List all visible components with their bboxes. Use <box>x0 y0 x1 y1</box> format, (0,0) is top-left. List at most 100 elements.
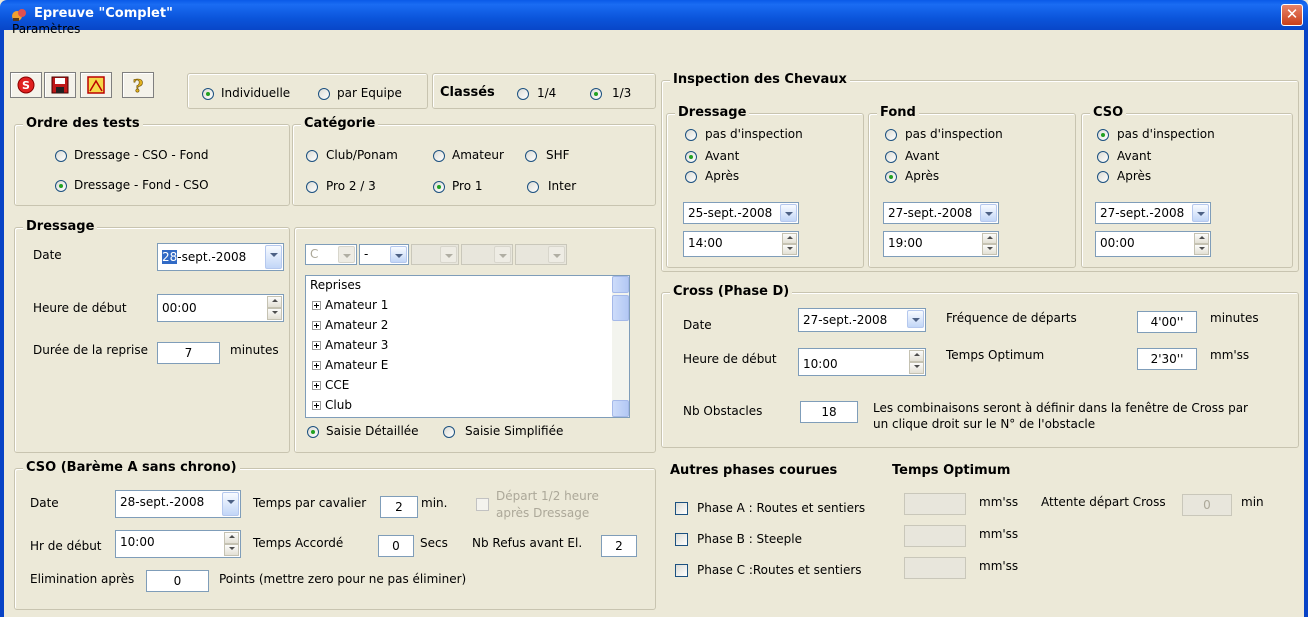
save-button[interactable] <box>44 72 76 98</box>
dressage-date-picker[interactable]: 28-sept.-2008 <box>157 243 284 271</box>
inspection-fond-time[interactable]: 19:00 <box>883 231 999 257</box>
temps-optimum-input[interactable]: 2'30'' <box>1137 348 1197 370</box>
reprise-combo-3-dropdown[interactable] <box>440 246 457 263</box>
expand-icon[interactable] <box>312 341 321 350</box>
radio-fond-avant[interactable] <box>885 151 897 163</box>
print-button[interactable] <box>80 72 112 98</box>
radio-saisie-simplifiee[interactable] <box>443 426 455 438</box>
phase-c-checkbox[interactable] <box>675 564 688 577</box>
radio-classes-1-4[interactable] <box>517 88 529 100</box>
duree-input[interactable]: 7 <box>157 342 220 364</box>
expand-icon[interactable] <box>312 401 321 410</box>
hr-debut-input[interactable]: 10:00 <box>115 530 241 558</box>
nb-obstacles-input[interactable]: 18 <box>800 401 858 423</box>
dressage-heure-input[interactable]: 00:00 <box>157 294 284 322</box>
tree-item-amateur-3[interactable]: Amateur 3 <box>312 338 388 352</box>
reprises-scrollbar[interactable] <box>612 276 629 417</box>
radio-cso-pas-inspection[interactable] <box>1097 129 1109 141</box>
cross-date-dropdown[interactable] <box>907 310 924 328</box>
inspection-cso-time-spin[interactable] <box>1194 233 1209 255</box>
reprise-combo-1[interactable]: C <box>305 244 357 265</box>
phase-a-input[interactable] <box>904 493 966 515</box>
reprise-combo-4[interactable] <box>461 244 513 265</box>
cross-date-picker[interactable]: 27-sept.-2008 <box>798 308 926 332</box>
dressage-date-dropdown[interactable] <box>265 245 282 269</box>
expand-icon[interactable] <box>312 361 321 370</box>
reprise-combo-5[interactable] <box>515 244 567 265</box>
attente-input[interactable]: 0 <box>1182 494 1232 516</box>
cso-date-dropdown[interactable] <box>222 492 239 516</box>
inspection-cso-time[interactable]: 00:00 <box>1095 231 1211 257</box>
radio-shf[interactable] <box>525 150 537 162</box>
radio-fond-pas-inspection[interactable] <box>885 129 897 141</box>
depart-checkbox[interactable] <box>476 498 489 511</box>
menu-parametres[interactable]: Paramètres <box>12 22 80 36</box>
inspection-dressage-time[interactable]: 14:00 <box>683 231 799 257</box>
inspection-fond-date-dropdown[interactable] <box>980 204 997 222</box>
radio-par-equipe[interactable] <box>318 88 330 100</box>
close-button[interactable]: ✕ <box>1281 4 1303 26</box>
radio-dressage-avant[interactable] <box>685 151 697 163</box>
duree-label: Durée de la reprise <box>33 343 148 357</box>
inspection-fond-time-spin[interactable] <box>982 233 997 255</box>
radio-pro-1[interactable] <box>433 181 445 193</box>
radio-dressage-apres[interactable] <box>685 171 697 183</box>
dressage-heure-spin[interactable] <box>267 296 282 320</box>
scroll-down-button[interactable] <box>612 400 629 417</box>
cross-heure-spin[interactable] <box>909 350 924 374</box>
label-inter: Inter <box>548 179 577 193</box>
radio-fond-apres[interactable] <box>885 171 897 183</box>
radio-ordre-dressage-fond-cso[interactable] <box>55 180 67 192</box>
radio-classes-1-3[interactable] <box>590 88 602 100</box>
radio-cso-apres[interactable] <box>1097 171 1109 183</box>
tree-item-cce[interactable]: CCE <box>312 378 349 392</box>
stop-button[interactable]: S <box>10 72 42 98</box>
expand-icon[interactable] <box>312 301 321 310</box>
temps-cavalier-input[interactable]: 2 <box>380 496 418 518</box>
inspection-dressage-time-spin[interactable] <box>782 233 797 255</box>
temps-accorde-input[interactable]: 0 <box>378 535 414 557</box>
cso-date-picker[interactable]: 28-sept.-2008 <box>115 490 241 518</box>
radio-club-ponam[interactable] <box>306 150 318 162</box>
inspection-cso-date[interactable]: 27-sept.-2008 <box>1095 202 1211 224</box>
reprise-combo-2-dropdown[interactable] <box>390 246 407 263</box>
reprise-combo-3[interactable] <box>411 244 459 265</box>
reprise-combo-5-dropdown[interactable] <box>548 246 565 263</box>
help-button[interactable]: ? <box>122 72 154 98</box>
reprise-combo-2[interactable]: - <box>359 244 409 265</box>
cross-heure-input[interactable]: 10:00 <box>798 348 926 376</box>
radio-individuelle[interactable] <box>202 88 214 100</box>
expand-icon[interactable] <box>312 381 321 390</box>
inspection-cso-date-dropdown[interactable] <box>1192 204 1209 222</box>
reprises-tree[interactable]: Reprises Amateur 1 Amateur 2 Amateur 3 A… <box>305 275 630 418</box>
frequence-input[interactable]: 4'00'' <box>1137 311 1197 333</box>
radio-amateur[interactable] <box>433 150 445 162</box>
scroll-thumb[interactable] <box>612 295 629 321</box>
phase-b-input[interactable] <box>904 525 966 547</box>
scroll-up-button[interactable] <box>612 276 629 293</box>
tree-item-amateur-e[interactable]: Amateur E <box>312 358 388 372</box>
elimination-input[interactable]: 0 <box>146 570 209 592</box>
nb-refus-input[interactable]: 2 <box>601 535 637 557</box>
radio-dressage-pas-inspection[interactable] <box>685 129 697 141</box>
reprise-combo-1-dropdown[interactable] <box>338 246 355 263</box>
radio-pro-2-3[interactable] <box>306 181 318 193</box>
tree-item-amateur-1[interactable]: Amateur 1 <box>312 298 388 312</box>
radio-saisie-detaillee[interactable] <box>307 426 319 438</box>
radio-ordre-dressage-cso-fond[interactable] <box>55 150 67 162</box>
radio-inter[interactable] <box>527 181 539 193</box>
hr-debut-spin[interactable] <box>224 532 239 556</box>
inspection-dressage-date[interactable]: 25-sept.-2008 <box>683 202 799 224</box>
phase-b-checkbox[interactable] <box>675 533 688 546</box>
reprise-combo-4-dropdown[interactable] <box>494 246 511 263</box>
cross-note-line-2: un clique droit sur le N° de l'obstacle <box>873 417 1096 431</box>
tree-item-club[interactable]: Club <box>312 398 352 412</box>
tree-item-amateur-2[interactable]: Amateur 2 <box>312 318 388 332</box>
expand-icon[interactable] <box>312 321 321 330</box>
inspection-fond-date[interactable]: 27-sept.-2008 <box>883 202 999 224</box>
reprises-root[interactable]: Reprises <box>310 278 361 292</box>
inspection-dressage-date-dropdown[interactable] <box>780 204 797 222</box>
radio-cso-avant[interactable] <box>1097 151 1109 163</box>
phase-c-input[interactable] <box>904 557 966 579</box>
phase-a-checkbox[interactable] <box>675 502 688 515</box>
